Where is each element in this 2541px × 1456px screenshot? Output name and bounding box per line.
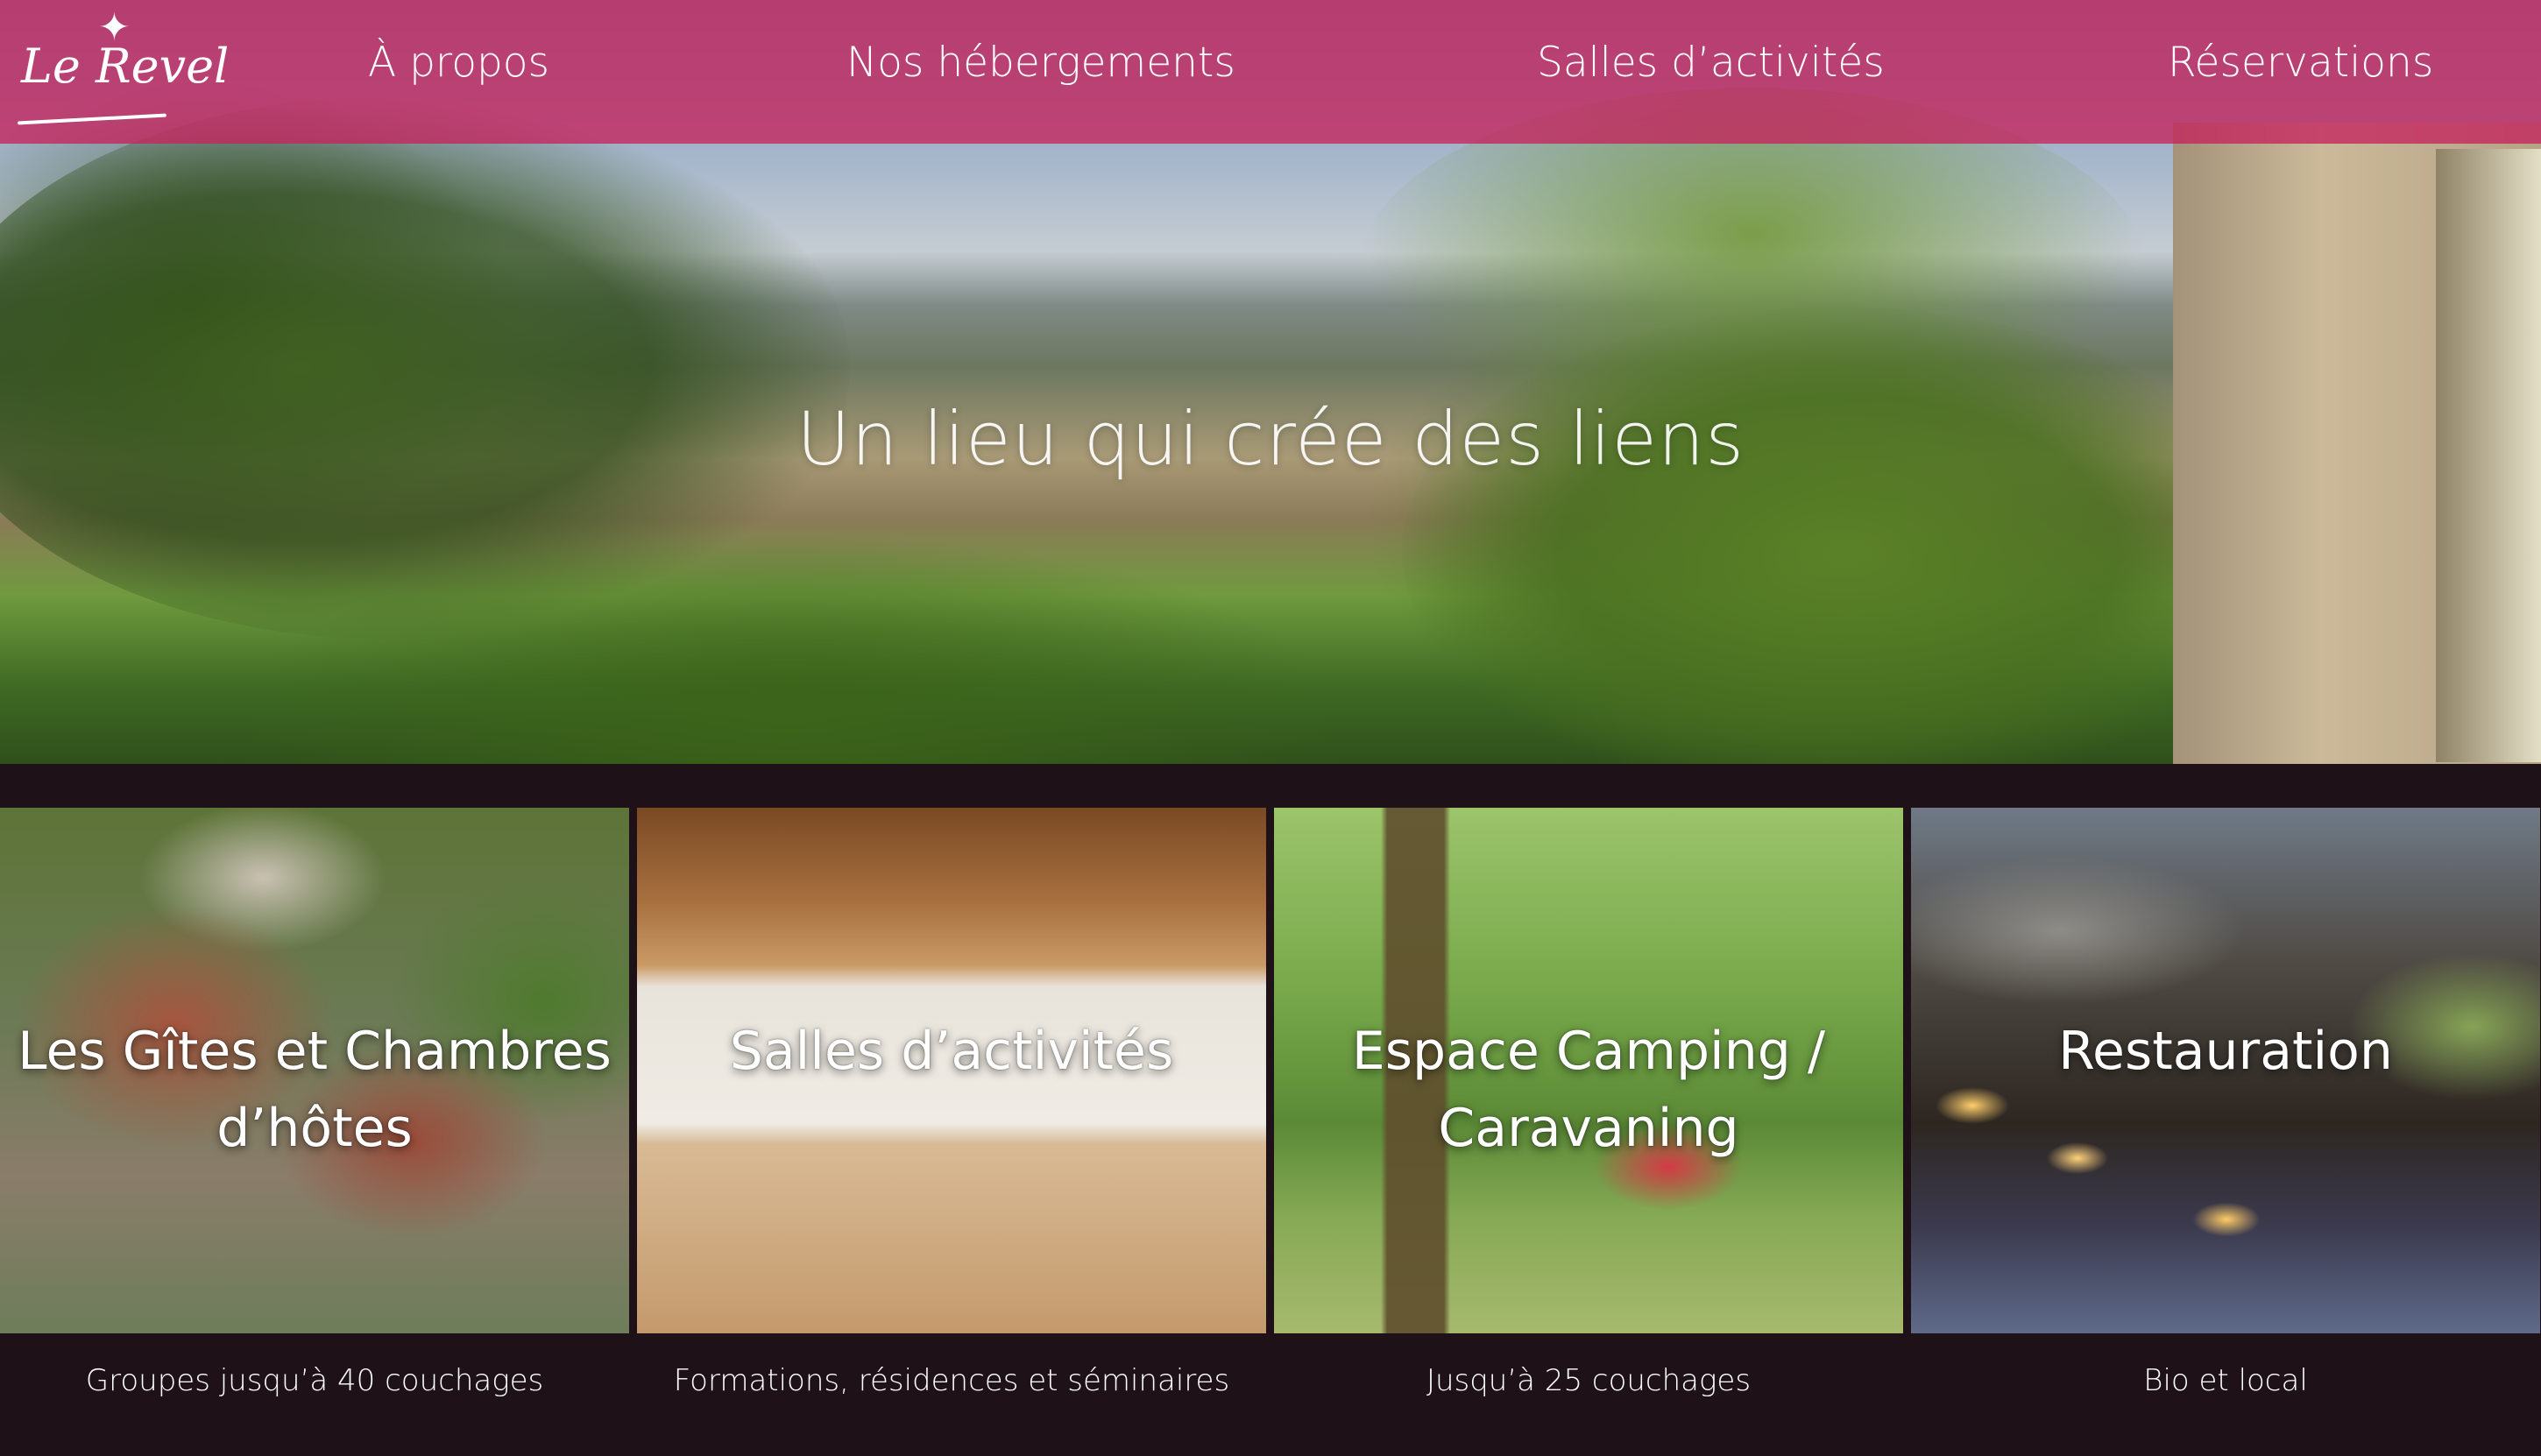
offer-cards: Les Gîtes et Chambres d’hôtes Salles d’a… (0, 808, 2541, 1333)
card-caption: Groupes jusqu’à 40 couchages (85, 1363, 544, 1398)
card-caption: Jusqu’à 25 couchages (1426, 1363, 1752, 1398)
card-title: Restauration (2058, 1021, 2393, 1082)
logo-underline (18, 113, 166, 125)
nav-link-hebergements[interactable]: Nos hébergements (846, 39, 1235, 87)
card-caption: Formations, résidences et séminaires (673, 1363, 1230, 1398)
card-gites[interactable]: Les Gîtes et Chambres d’hôtes (0, 808, 629, 1333)
card-camping[interactable]: Espace Camping / Caravaning (1274, 808, 1903, 1333)
top-navigation: ✦ Le Revel À propos Nos hébergements Sal… (0, 0, 2541, 144)
card-salles[interactable]: Salles d’activités (637, 808, 1266, 1333)
hero-title: Un lieu qui crée des liens (796, 396, 1745, 482)
card-caption: Bio et local (2143, 1363, 2308, 1398)
logo[interactable]: ✦ Le Revel (14, 5, 229, 128)
hero-foliage (0, 96, 850, 640)
nav-link-reservations[interactable]: Réservations (2168, 39, 2433, 87)
nav-link-salles-activites[interactable]: Salles d’activités (1537, 39, 1885, 87)
nav-link-a-propos[interactable]: À propos (368, 39, 549, 87)
card-title: Salles d’activités (729, 1021, 1174, 1082)
card-restauration[interactable]: Restauration (1911, 808, 2540, 1333)
logo-text: Le Revel (21, 39, 230, 94)
card-title: Les Gîtes et Chambres d’hôtes (18, 1021, 612, 1159)
card-title: Espace Camping / Caravaning (1351, 1021, 1826, 1159)
